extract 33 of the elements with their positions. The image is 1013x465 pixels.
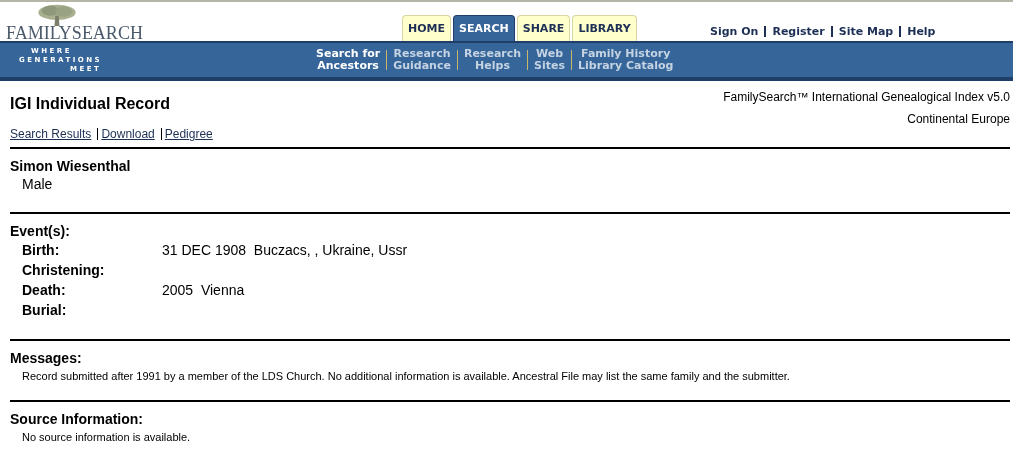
record-link[interactable]: Pedigree <box>164 127 213 141</box>
event-label: Death: <box>22 281 67 300</box>
section-heading: Source Information: <box>10 411 144 428</box>
nav-tab[interactable]: LIBRARY <box>572 15 637 41</box>
event-label: Christening: <box>22 261 106 280</box>
account-link[interactable]: Help <box>907 25 936 38</box>
message-text: Record submitted after 1991 by a member of the LDS Church. No additional information is available. Ancestral File may list the same family and the submitter. <box>21 369 791 384</box>
nav-tab[interactable]: SEARCH <box>453 15 515 41</box>
record-link[interactable]: Download <box>101 127 155 141</box>
subnav-link[interactable]: Search for Ancestors <box>316 48 381 72</box>
subnav-link[interactable]: Web Sites <box>534 48 566 72</box>
event-label: Birth: <box>22 241 61 260</box>
page-title: IGI Individual Record <box>10 95 171 113</box>
sex-text: Male <box>21 175 54 193</box>
event-value: 31 DEC 1908 Buczacs, , Ukraine, Ussr <box>162 241 409 260</box>
logo-wordmark[interactable]: FAMILYSEARCH <box>6 26 402 41</box>
person-name: Simon Wiesenthal <box>10 158 132 175</box>
subnav-link[interactable]: Research Helps <box>463 48 522 72</box>
region-name: Continental Europe <box>906 111 1010 128</box>
subnav-link[interactable]: Research Guidance <box>393 48 451 72</box>
event-value: 2005 Vienna <box>162 281 246 300</box>
account-link[interactable]: Site Map <box>838 25 894 38</box>
section-heading: Event(s): <box>10 223 71 240</box>
source-text: No source information is available. <box>21 430 192 445</box>
subnav-link[interactable]: Family History Library Catalog <box>578 48 674 72</box>
nav-tab[interactable]: HOME <box>402 15 452 41</box>
section-heading: Messages: <box>10 350 83 367</box>
record-link[interactable]: Search Results <box>10 127 92 141</box>
account-link[interactable]: Sign On <box>710 25 759 38</box>
index-name: FamilySearch™ International Genealogical Index v5.0 <box>723 89 1010 106</box>
account-link[interactable]: Register <box>772 25 825 38</box>
nav-tab[interactable]: SHARE <box>516 15 571 41</box>
event-label: Burial: <box>22 301 68 320</box>
